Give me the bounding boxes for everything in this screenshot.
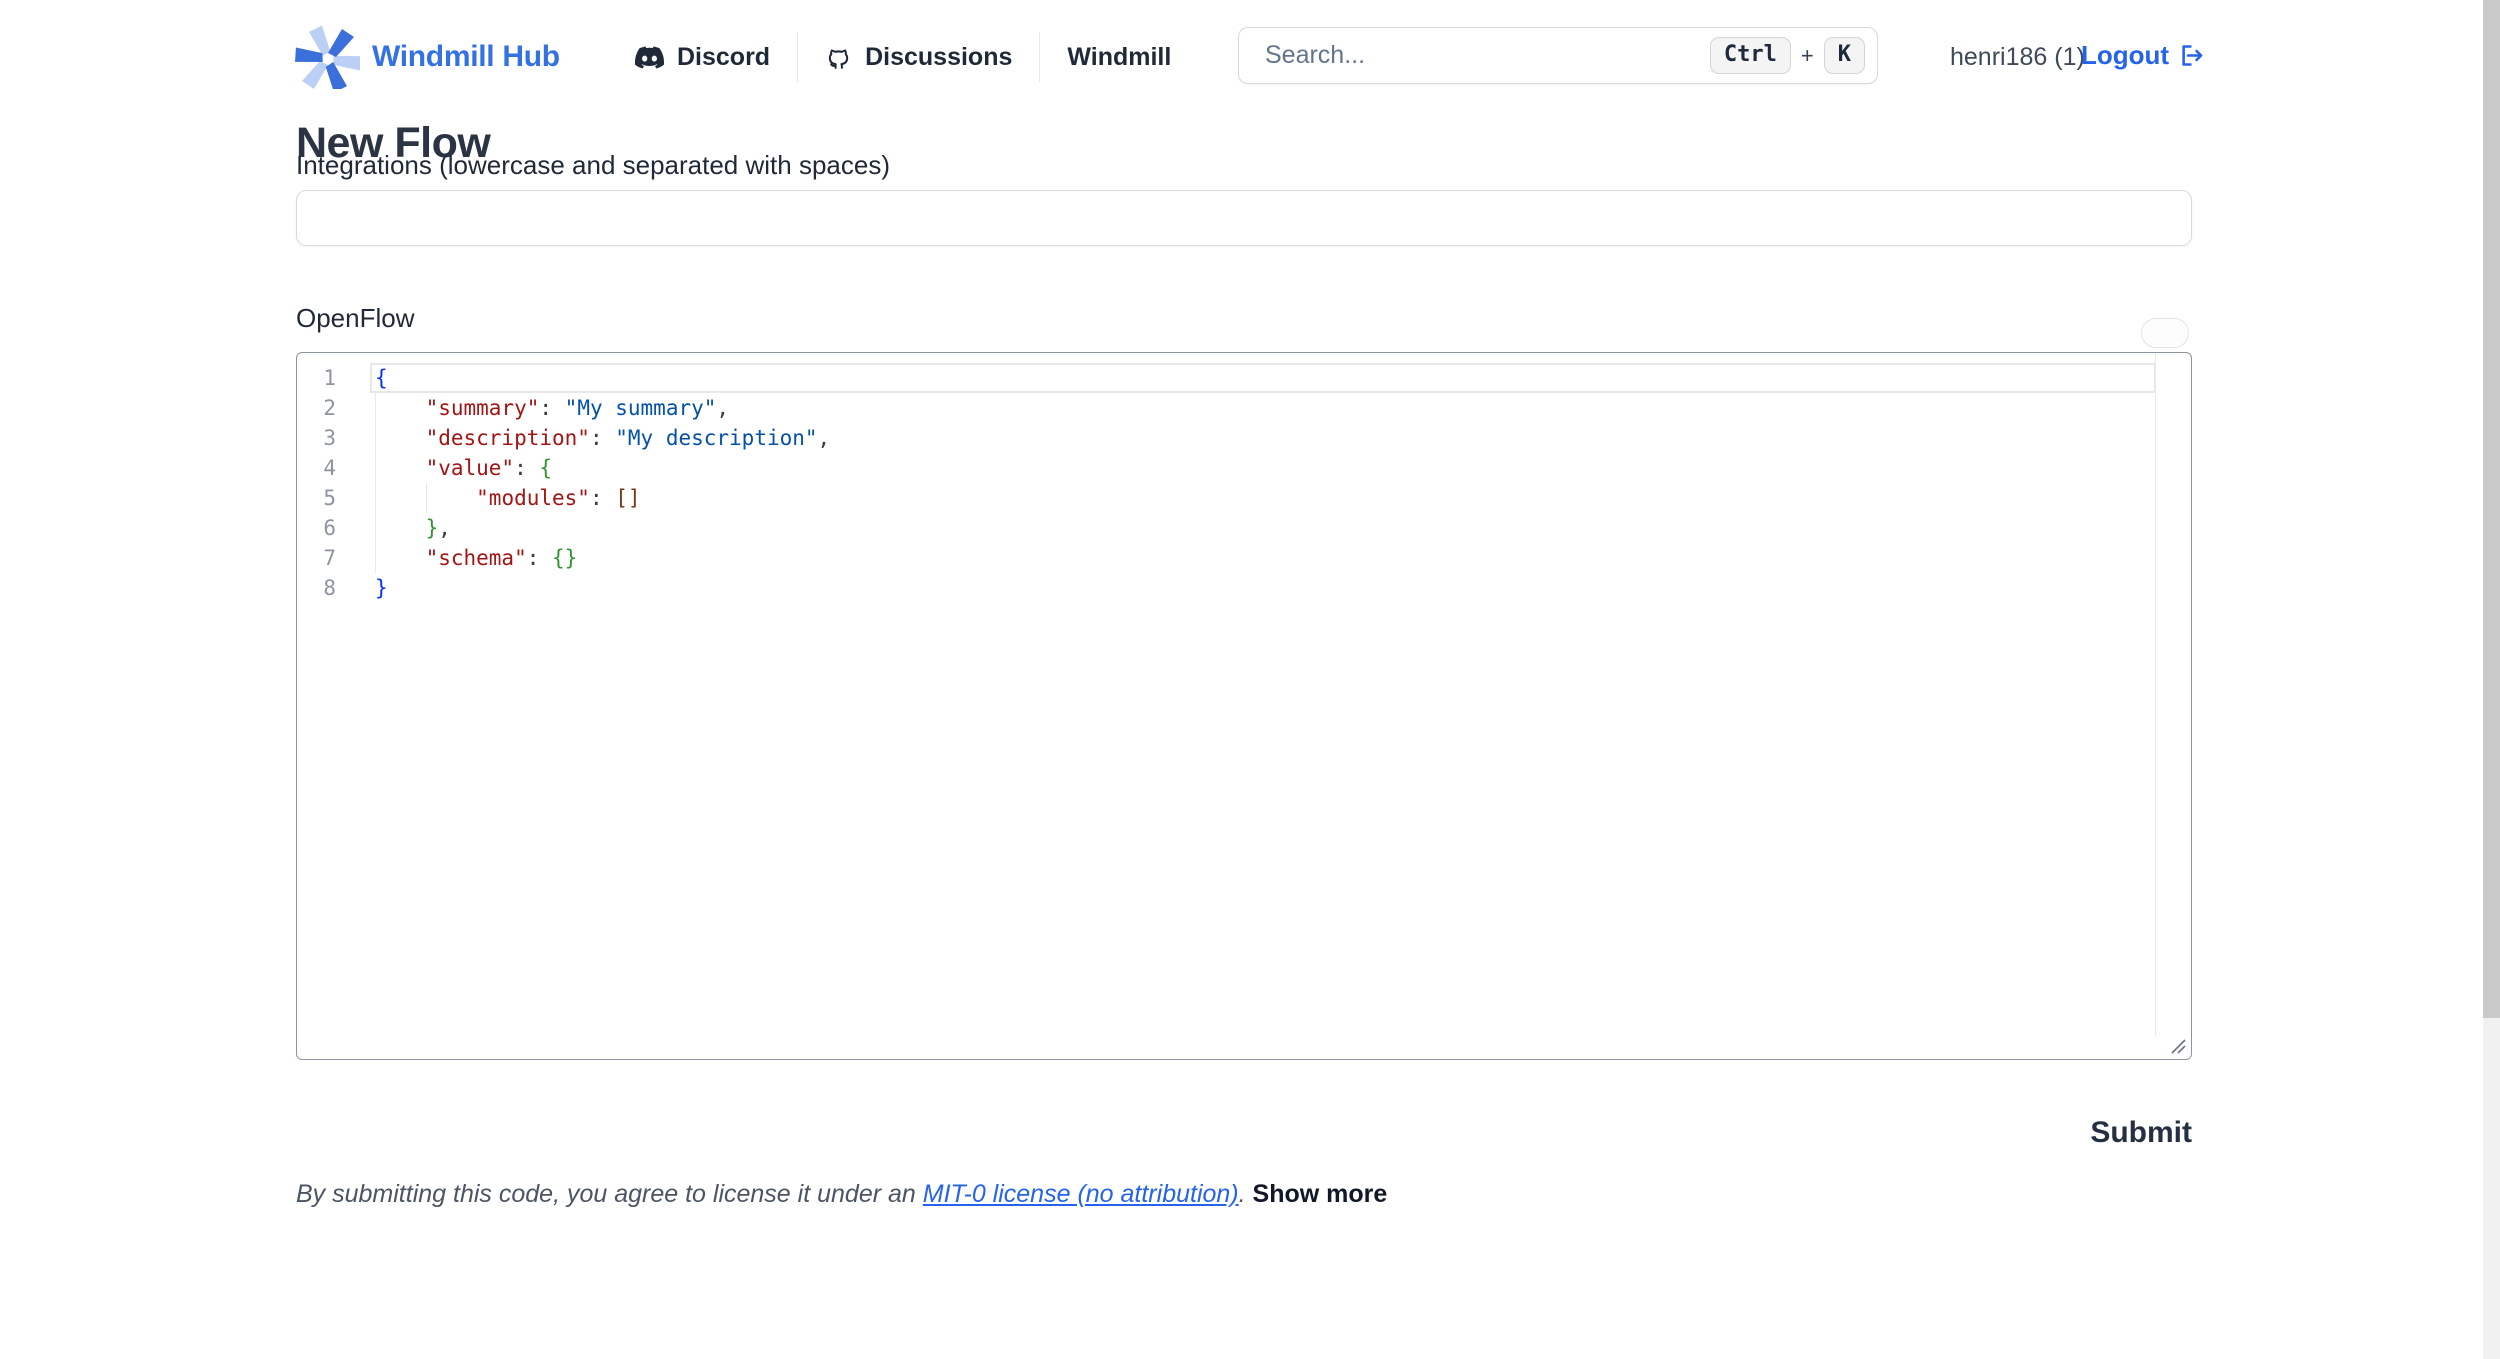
indent-guide — [375, 423, 376, 453]
license-period: . — [1239, 1180, 1253, 1208]
nav-item-windmill[interactable]: Windmill — [1040, 43, 1198, 72]
code-line[interactable]: "value": { — [370, 453, 2156, 483]
nav-item-discussions[interactable]: Discussions — [798, 43, 1039, 72]
license-link[interactable]: MIT-0 license (no attribution) — [923, 1180, 1239, 1208]
line-number: 4 — [297, 453, 370, 483]
page: Windmill Hub Discord Discussions Windmil… — [0, 0, 2500, 1359]
line-number: 8 — [297, 573, 370, 603]
license-text: By submitting this code, you agree to li… — [296, 1180, 923, 1208]
code-line[interactable]: "description": "My description", — [370, 423, 2156, 453]
logout-link[interactable]: Logout — [2081, 40, 2205, 71]
license-note: By submitting this code, you agree to li… — [296, 1180, 1387, 1209]
logout-label: Logout — [2081, 40, 2169, 71]
openflow-toggle[interactable] — [2141, 318, 2189, 348]
kbd-ctrl: Ctrl — [1710, 37, 1791, 73]
kbd-k: K — [1824, 37, 1865, 73]
indent-guide — [426, 483, 427, 513]
nav-label-discord: Discord — [677, 43, 770, 72]
indent-guide — [375, 513, 376, 543]
editor-overview-ruler — [2155, 354, 2156, 1036]
line-number: 1 — [297, 363, 370, 393]
page-scrollbar-thumb[interactable] — [2483, 0, 2500, 1018]
page-scrollbar-track — [2483, 0, 2500, 1359]
submit-button[interactable]: Submit — [296, 1116, 2192, 1150]
header-nav: Discord Discussions Windmill — [635, 28, 1198, 86]
openflow-editor[interactable]: 12345678 { "summary": "My summary", "des… — [296, 352, 2192, 1060]
discussions-icon — [825, 44, 852, 71]
indent-guide — [375, 453, 376, 483]
brand-title[interactable]: Windmill Hub — [372, 40, 560, 74]
search-input[interactable] — [1263, 40, 1710, 71]
code-line[interactable]: } — [370, 573, 2156, 603]
indent-guide — [375, 393, 376, 423]
editor-gutter: 12345678 — [297, 363, 370, 603]
discord-icon — [635, 46, 664, 69]
resize-handle-icon[interactable] — [2166, 1034, 2188, 1056]
nav-label-discussions: Discussions — [865, 43, 1012, 72]
kbd-plus: + — [1801, 43, 1814, 69]
line-number: 6 — [297, 513, 370, 543]
show-more-button[interactable]: Show more — [1253, 1180, 1388, 1208]
code-line[interactable]: "summary": "My summary", — [370, 393, 2156, 423]
integrations-label: Integrations (lowercase and separated wi… — [296, 150, 890, 181]
line-number: 5 — [297, 483, 370, 513]
indent-guide — [375, 543, 376, 573]
code-line[interactable]: }, — [370, 513, 2156, 543]
windmill-logo[interactable] — [294, 25, 360, 89]
nav-item-discord[interactable]: Discord — [635, 43, 797, 72]
integrations-input[interactable] — [296, 190, 2192, 246]
code-line[interactable]: "modules": [] — [370, 483, 2156, 513]
code-line[interactable]: "schema": {} — [370, 543, 2156, 573]
line-number: 7 — [297, 543, 370, 573]
code-line[interactable]: { — [370, 363, 2156, 393]
nav-label-windmill: Windmill — [1067, 43, 1171, 72]
line-number: 3 — [297, 423, 370, 453]
username-label: henri186 (1) — [1950, 43, 2085, 72]
indent-guide — [375, 483, 376, 513]
editor-code[interactable]: { "summary": "My summary", "description"… — [370, 363, 2156, 603]
line-number: 2 — [297, 393, 370, 423]
openflow-label: OpenFlow — [296, 303, 415, 334]
search-box: Ctrl + K — [1238, 27, 1878, 84]
logout-icon — [2178, 42, 2205, 69]
